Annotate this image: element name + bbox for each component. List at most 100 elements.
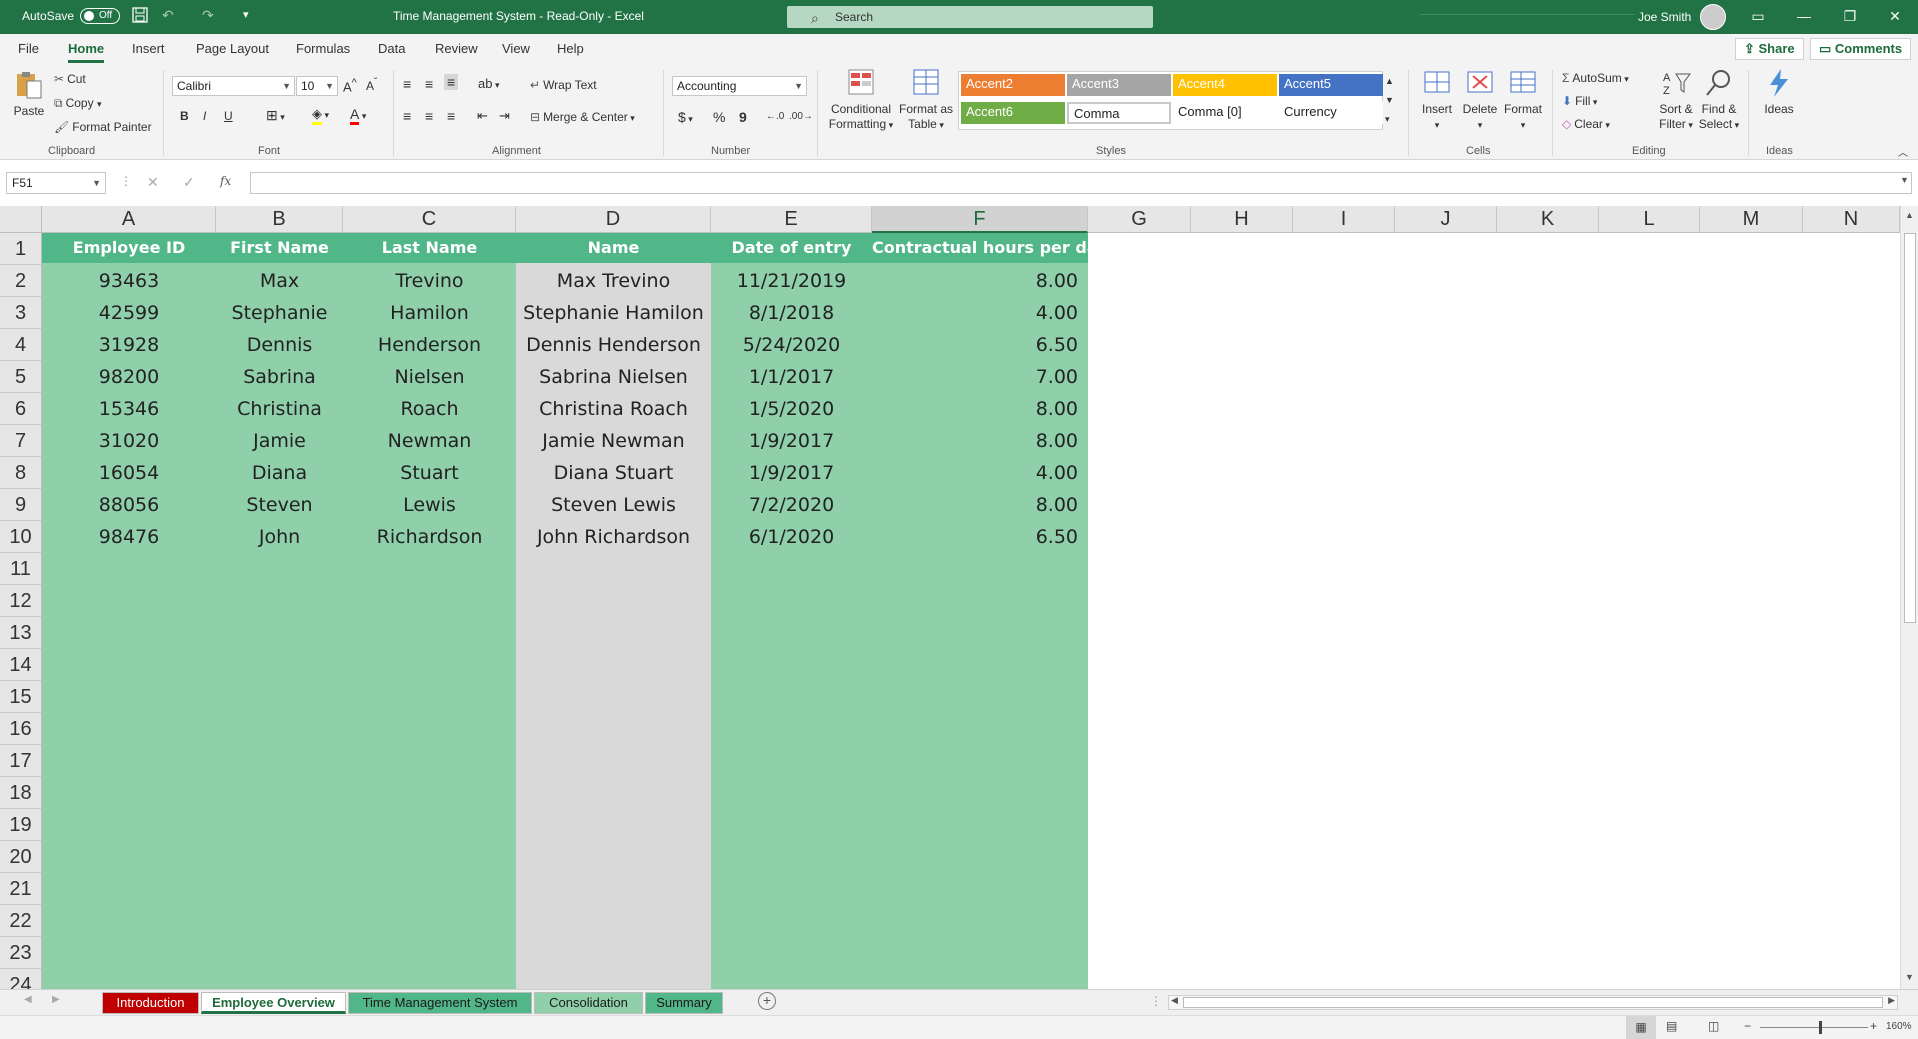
- find-select-button[interactable]: Find & Select ▾: [1697, 68, 1741, 133]
- table-cell[interactable]: 31020: [42, 425, 216, 457]
- row-header[interactable]: 6: [0, 393, 42, 425]
- format-painter-button[interactable]: 🖌 Format Painter: [54, 120, 152, 134]
- row-header[interactable]: 22: [0, 905, 42, 937]
- customize-toolbar-icon[interactable]: ▾: [243, 8, 249, 21]
- column-header-m[interactable]: M: [1700, 206, 1803, 233]
- increase-indent-icon[interactable]: ⇥: [499, 108, 510, 124]
- user-name[interactable]: Joe Smith: [1638, 10, 1691, 24]
- cancel-icon[interactable]: ✕: [147, 174, 159, 191]
- row-header[interactable]: 21: [0, 873, 42, 905]
- sheet-tab[interactable]: Employee Overview: [201, 992, 346, 1014]
- close-icon[interactable]: ✕: [1872, 0, 1918, 34]
- column-header-i[interactable]: I: [1293, 206, 1395, 233]
- table-cell[interactable]: John Richardson: [516, 521, 711, 553]
- style-currency[interactable]: Currency: [1279, 102, 1383, 124]
- table-cell[interactable]: 1/5/2020: [711, 393, 872, 425]
- table-cell[interactable]: 98476: [42, 521, 216, 553]
- ribbon-display-options-icon[interactable]: ▭: [1735, 0, 1781, 34]
- comments-button[interactable]: ▭ Comments: [1810, 38, 1912, 60]
- table-cell[interactable]: 1/1/2017: [711, 361, 872, 393]
- orientation-icon[interactable]: ab ▾: [478, 76, 500, 91]
- zoom-slider[interactable]: [1760, 1027, 1868, 1028]
- table-cell[interactable]: 4.00: [872, 457, 1088, 489]
- table-cell[interactable]: 16054: [42, 457, 216, 489]
- style-comma[interactable]: Comma: [1067, 102, 1171, 124]
- table-cell[interactable]: Steven: [216, 489, 343, 521]
- row-header[interactable]: 3: [0, 297, 42, 329]
- column-header-k[interactable]: K: [1497, 206, 1599, 233]
- row-header[interactable]: 2: [0, 265, 42, 297]
- table-cell[interactable]: 5/24/2020: [711, 329, 872, 361]
- tab-formulas[interactable]: Formulas: [296, 41, 350, 56]
- currency-button[interactable]: $ ▾: [678, 109, 693, 125]
- style-accent4[interactable]: Accent4: [1173, 74, 1277, 96]
- scroll-left-icon[interactable]: ◀: [1171, 995, 1178, 1006]
- row-header[interactable]: 9: [0, 489, 42, 521]
- table-cell[interactable]: 8.00: [872, 425, 1088, 457]
- style-accent2[interactable]: Accent2: [961, 74, 1065, 96]
- row-header[interactable]: 12: [0, 585, 42, 617]
- tab-data[interactable]: Data: [378, 41, 405, 56]
- page-layout-view-icon[interactable]: ▤: [1666, 1019, 1677, 1033]
- zoom-level[interactable]: 160%: [1886, 1021, 1912, 1032]
- row-header[interactable]: 20: [0, 841, 42, 873]
- table-cell[interactable]: Newman: [343, 425, 516, 457]
- table-cell[interactable]: 11/21/2019: [711, 265, 872, 297]
- tab-view[interactable]: View: [502, 41, 530, 56]
- undo-icon[interactable]: ↶: [162, 7, 174, 24]
- column-header-a[interactable]: A: [42, 206, 216, 233]
- insert-function-button[interactable]: fx: [220, 174, 231, 188]
- column-header-d[interactable]: D: [516, 206, 711, 233]
- tab-file[interactable]: File: [18, 41, 39, 56]
- table-cell[interactable]: Max: [216, 265, 343, 297]
- column-header-e[interactable]: E: [711, 206, 872, 233]
- number-format-select[interactable]: Accounting ▼: [672, 76, 807, 96]
- share-button[interactable]: ⇪ Share: [1735, 38, 1804, 60]
- table-cell[interactable]: Henderson: [343, 329, 516, 361]
- table-cell[interactable]: Richardson: [343, 521, 516, 553]
- sheet-tab[interactable]: Consolidation: [534, 992, 643, 1014]
- tab-insert[interactable]: Insert: [132, 41, 165, 56]
- autosum-button[interactable]: Σ AutoSum ▾: [1562, 71, 1629, 85]
- row-header[interactable]: 14: [0, 649, 42, 681]
- tab-splitter-icon[interactable]: ⋮: [1150, 994, 1162, 1008]
- tab-review[interactable]: Review: [435, 41, 478, 56]
- scroll-right-icon[interactable]: ▶: [1888, 995, 1895, 1006]
- select-all-corner[interactable]: [0, 206, 42, 233]
- table-cell[interactable]: 8.00: [872, 393, 1088, 425]
- style-accent3[interactable]: Accent3: [1067, 74, 1171, 96]
- column-header-b[interactable]: B: [216, 206, 343, 233]
- header-cell[interactable]: Last Name: [343, 233, 516, 263]
- cut-button[interactable]: ✂ Cut: [54, 72, 86, 86]
- zoom-in-icon[interactable]: +: [1870, 1019, 1877, 1033]
- row-header[interactable]: 7: [0, 425, 42, 457]
- row-header[interactable]: 4: [0, 329, 42, 361]
- enter-icon[interactable]: ✓: [183, 174, 195, 191]
- table-cell[interactable]: 6.50: [872, 329, 1088, 361]
- table-cell[interactable]: 6.50: [872, 521, 1088, 553]
- name-box[interactable]: F51 ▼: [6, 172, 106, 194]
- normal-view-icon[interactable]: ▦: [1626, 1016, 1656, 1039]
- row-header[interactable]: 23: [0, 937, 42, 969]
- align-left-icon[interactable]: ≡: [403, 108, 411, 124]
- row-header[interactable]: 15: [0, 681, 42, 713]
- row-header[interactable]: 11: [0, 553, 42, 585]
- scroll-thumb[interactable]: [1904, 233, 1916, 623]
- header-cell[interactable]: First Name: [216, 233, 343, 263]
- redo-icon[interactable]: ↷: [202, 7, 214, 24]
- row-header[interactable]: 24: [0, 969, 42, 989]
- table-cell[interactable]: Nielsen: [343, 361, 516, 393]
- row-header[interactable]: 16: [0, 713, 42, 745]
- comma-style-button[interactable]: 9: [739, 109, 747, 125]
- style-accent6[interactable]: Accent6: [961, 102, 1065, 124]
- save-icon[interactable]: [132, 7, 148, 23]
- ideas-button[interactable]: Ideas: [1758, 68, 1800, 117]
- row-header[interactable]: 1: [0, 233, 42, 265]
- sheet-tab[interactable]: Introduction: [102, 992, 199, 1014]
- sort-filter-button[interactable]: AZ Sort & Filter ▾: [1655, 68, 1697, 133]
- table-cell[interactable]: Jamie: [216, 425, 343, 457]
- bold-button[interactable]: B: [180, 109, 189, 123]
- expand-formula-bar-icon[interactable]: ▼: [1900, 175, 1909, 185]
- table-cell[interactable]: Diana: [216, 457, 343, 489]
- table-cell[interactable]: Sabrina: [216, 361, 343, 393]
